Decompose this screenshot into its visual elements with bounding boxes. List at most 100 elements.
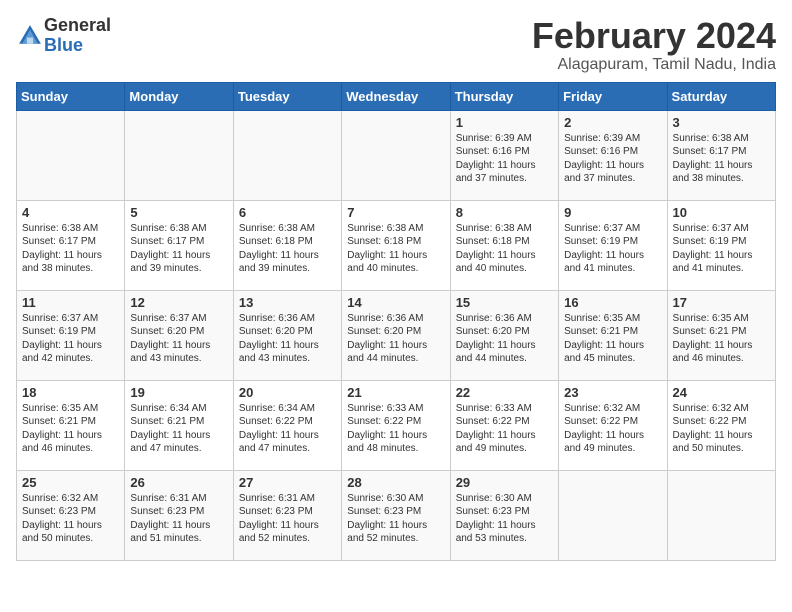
day-number: 22: [456, 385, 553, 400]
col-header-sunday: Sunday: [17, 82, 125, 110]
calendar-cell: 19Sunrise: 6:34 AM Sunset: 6:21 PM Dayli…: [125, 380, 233, 470]
page-title: February 2024: [532, 16, 776, 56]
calendar-cell: 14 Sunrise: 6:36 AM Sunset: 6:20 PM Dayli…: [342, 290, 450, 380]
calendar-body: 1Sunrise: 6:39 AM Sunset: 6:16 PM Daylig…: [17, 110, 776, 560]
calendar-cell: 16 Sunrise: 6:35 AM Sunset: 6:21 PM Dayli…: [559, 290, 667, 380]
day-info: Sunrise: 6:38 AM Sunset: 6:17 PM Dayligh…: [22, 222, 119, 276]
calendar-cell: 13 Sunrise: 6:36 AM Sunset: 6:20 PM Dayli…: [233, 290, 341, 380]
calendar-week-3: 11 Sunrise: 6:37 AM Sunset: 6:19 PM Dayli…: [17, 290, 776, 380]
day-info: Sunrise: 6:39 AM Sunset: 6:16 PM Dayligh…: [456, 132, 553, 186]
calendar-cell: 6Sunrise: 6:38 AM Sunset: 6:18 PM Daylig…: [233, 200, 341, 290]
day-info: Sunrise: 6:37 AM Sunset: 6:20 PM Dayligh…: [130, 312, 227, 366]
day-number: 8: [456, 205, 553, 220]
day-info: Sunrise: 6:38 AM Sunset: 6:18 PM Dayligh…: [347, 222, 444, 276]
day-info: Sunrise: 6:38 AM Sunset: 6:18 PM Dayligh…: [456, 222, 553, 276]
day-number: 15: [456, 295, 553, 310]
day-number: 12: [130, 295, 227, 310]
calendar-cell: 7 Sunrise: 6:38 AM Sunset: 6:18 PM Daylig…: [342, 200, 450, 290]
day-info: Sunrise: 6:33 AM Sunset: 6:22 PM Dayligh…: [347, 402, 444, 456]
day-number: 29: [456, 475, 553, 490]
calendar-cell: 10Sunrise: 6:37 AM Sunset: 6:19 PM Dayli…: [667, 200, 775, 290]
day-info: Sunrise: 6:37 AM Sunset: 6:19 PM Dayligh…: [564, 222, 661, 276]
day-info: Sunrise: 6:36 AM Sunset: 6:20 PM Dayligh…: [456, 312, 553, 366]
day-number: 23: [564, 385, 661, 400]
day-info: Sunrise: 6:38 AM Sunset: 6:17 PM Dayligh…: [673, 132, 770, 186]
calendar-cell: [667, 470, 775, 560]
day-number: 16: [564, 295, 661, 310]
calendar-cell: [559, 470, 667, 560]
calendar-cell: 27 Sunrise: 6:31 AM Sunset: 6:23 PM Dayli…: [233, 470, 341, 560]
day-info: Sunrise: 6:36 AM Sunset: 6:20 PM Dayligh…: [347, 312, 444, 366]
day-number: 21: [347, 385, 444, 400]
day-number: 25: [22, 475, 119, 490]
day-number: 20: [239, 385, 336, 400]
calendar-header: SundayMondayTuesdayWednesdayThursdayFrid…: [17, 82, 776, 110]
calendar-week-5: 25 Sunrise: 6:32 AM Sunset: 6:23 PM Dayli…: [17, 470, 776, 560]
day-number: 5: [130, 205, 227, 220]
day-number: 9: [564, 205, 661, 220]
day-number: 4: [22, 205, 119, 220]
day-number: 18: [22, 385, 119, 400]
logo-icon: [16, 22, 44, 50]
col-header-saturday: Saturday: [667, 82, 775, 110]
day-info: Sunrise: 6:39 AM Sunset: 6:16 PM Dayligh…: [564, 132, 661, 186]
col-header-thursday: Thursday: [450, 82, 558, 110]
day-number: 13: [239, 295, 336, 310]
calendar-cell: 5 Sunrise: 6:38 AM Sunset: 6:17 PM Daylig…: [125, 200, 233, 290]
day-number: 28: [347, 475, 444, 490]
day-info: Sunrise: 6:31 AM Sunset: 6:23 PM Dayligh…: [239, 492, 336, 546]
calendar-cell: 4 Sunrise: 6:38 AM Sunset: 6:17 PM Daylig…: [17, 200, 125, 290]
calendar-cell: 21 Sunrise: 6:33 AM Sunset: 6:22 PM Dayli…: [342, 380, 450, 470]
calendar-cell: 24Sunrise: 6:32 AM Sunset: 6:22 PM Dayli…: [667, 380, 775, 470]
calendar-cell: 23 Sunrise: 6:32 AM Sunset: 6:22 PM Dayli…: [559, 380, 667, 470]
day-number: 2: [564, 115, 661, 130]
col-header-tuesday: Tuesday: [233, 82, 341, 110]
day-number: 14: [347, 295, 444, 310]
calendar-week-1: 1Sunrise: 6:39 AM Sunset: 6:16 PM Daylig…: [17, 110, 776, 200]
calendar-cell: [17, 110, 125, 200]
day-number: 24: [673, 385, 770, 400]
page-subtitle: Alagapuram, Tamil Nadu, India: [532, 56, 776, 74]
logo: General Blue: [16, 16, 111, 56]
header-row: SundayMondayTuesdayWednesdayThursdayFrid…: [17, 82, 776, 110]
day-info: Sunrise: 6:32 AM Sunset: 6:22 PM Dayligh…: [564, 402, 661, 456]
day-info: Sunrise: 6:35 AM Sunset: 6:21 PM Dayligh…: [22, 402, 119, 456]
day-info: Sunrise: 6:33 AM Sunset: 6:22 PM Dayligh…: [456, 402, 553, 456]
day-number: 3: [673, 115, 770, 130]
calendar-cell: [233, 110, 341, 200]
day-info: Sunrise: 6:36 AM Sunset: 6:20 PM Dayligh…: [239, 312, 336, 366]
calendar-cell: 3 Sunrise: 6:38 AM Sunset: 6:17 PM Daylig…: [667, 110, 775, 200]
calendar-cell: [342, 110, 450, 200]
day-info: Sunrise: 6:38 AM Sunset: 6:18 PM Dayligh…: [239, 222, 336, 276]
calendar-cell: 18 Sunrise: 6:35 AM Sunset: 6:21 PM Dayli…: [17, 380, 125, 470]
day-number: 19: [130, 385, 227, 400]
day-info: Sunrise: 6:37 AM Sunset: 6:19 PM Dayligh…: [22, 312, 119, 366]
day-number: 26: [130, 475, 227, 490]
calendar-cell: 9 Sunrise: 6:37 AM Sunset: 6:19 PM Daylig…: [559, 200, 667, 290]
col-header-friday: Friday: [559, 82, 667, 110]
day-number: 27: [239, 475, 336, 490]
day-info: Sunrise: 6:37 AM Sunset: 6:19 PM Dayligh…: [673, 222, 770, 276]
title-area: February 2024 Alagapuram, Tamil Nadu, In…: [532, 16, 776, 74]
day-info: Sunrise: 6:35 AM Sunset: 6:21 PM Dayligh…: [673, 312, 770, 366]
calendar-cell: 17Sunrise: 6:35 AM Sunset: 6:21 PM Dayli…: [667, 290, 775, 380]
calendar-cell: 28 Sunrise: 6:30 AM Sunset: 6:23 PM Dayli…: [342, 470, 450, 560]
day-info: Sunrise: 6:31 AM Sunset: 6:23 PM Dayligh…: [130, 492, 227, 546]
day-info: Sunrise: 6:30 AM Sunset: 6:23 PM Dayligh…: [347, 492, 444, 546]
day-number: 11: [22, 295, 119, 310]
day-info: Sunrise: 6:35 AM Sunset: 6:21 PM Dayligh…: [564, 312, 661, 366]
calendar-cell: 26 Sunrise: 6:31 AM Sunset: 6:23 PM Dayli…: [125, 470, 233, 560]
calendar-cell: 8 Sunrise: 6:38 AM Sunset: 6:18 PM Daylig…: [450, 200, 558, 290]
calendar-table: SundayMondayTuesdayWednesdayThursdayFrid…: [16, 82, 776, 561]
calendar-week-2: 4 Sunrise: 6:38 AM Sunset: 6:17 PM Daylig…: [17, 200, 776, 290]
day-info: Sunrise: 6:38 AM Sunset: 6:17 PM Dayligh…: [130, 222, 227, 276]
calendar-cell: 20Sunrise: 6:34 AM Sunset: 6:22 PM Dayli…: [233, 380, 341, 470]
calendar-cell: 12 Sunrise: 6:37 AM Sunset: 6:20 PM Dayli…: [125, 290, 233, 380]
header: General Blue February 2024 Alagapuram, T…: [16, 16, 776, 74]
day-number: 7: [347, 205, 444, 220]
calendar-cell: 2 Sunrise: 6:39 AM Sunset: 6:16 PM Daylig…: [559, 110, 667, 200]
calendar-cell: 11 Sunrise: 6:37 AM Sunset: 6:19 PM Dayli…: [17, 290, 125, 380]
col-header-wednesday: Wednesday: [342, 82, 450, 110]
day-info: Sunrise: 6:32 AM Sunset: 6:23 PM Dayligh…: [22, 492, 119, 546]
day-info: Sunrise: 6:30 AM Sunset: 6:23 PM Dayligh…: [456, 492, 553, 546]
